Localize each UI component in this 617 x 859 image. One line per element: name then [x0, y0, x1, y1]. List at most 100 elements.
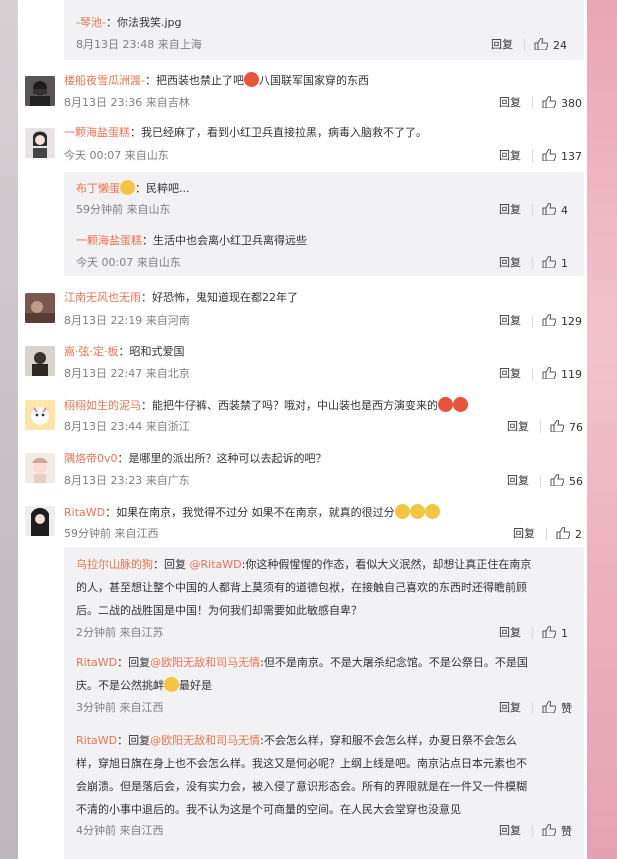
- like-count: 2: [575, 528, 582, 541]
- thumbs-up-icon: [542, 314, 556, 326]
- like-button[interactable]: 380: [542, 96, 582, 111]
- avatar[interactable]: [25, 506, 55, 536]
- thumbs-up-icon: [542, 149, 556, 161]
- like-count: 24: [553, 39, 567, 52]
- reply-button[interactable]: 回复: [499, 314, 521, 328]
- like-button[interactable]: 119: [542, 367, 582, 382]
- username[interactable]: 江南无风也无雨: [64, 291, 141, 304]
- like-button[interactable]: 1: [542, 256, 568, 271]
- like-button[interactable]: 56: [550, 474, 583, 489]
- divider: [532, 315, 533, 327]
- comment-meta: 59分钟前 来自山东: [76, 203, 171, 216]
- emoji-icon: [409, 504, 425, 519]
- list-item: 乌拉尔山脉的狗：回复 @RitaWD:你这种假惺惺的作态，看似大义泯然，却想让真…: [76, 553, 576, 622]
- like-count: 1: [561, 257, 568, 270]
- divider: [532, 368, 533, 380]
- comment-text: :你这种假惺惺的作态，看似大义泯然，却想让真正住在南京: [241, 558, 532, 571]
- reply-button[interactable]: 回复: [499, 626, 521, 640]
- reply-button[interactable]: 回复: [499, 256, 521, 270]
- like-button[interactable]: 24: [534, 38, 567, 53]
- username[interactable]: 一颗海盐蛋糕: [64, 126, 130, 139]
- username[interactable]: -琴池-: [76, 16, 106, 29]
- comment-text: ：回复: [153, 558, 190, 571]
- emoji-icon: [424, 504, 440, 519]
- list-item: 布丁懒蛋 ：民粹吧...: [76, 180, 190, 197]
- reply-button[interactable]: 回复: [499, 367, 521, 381]
- username[interactable]: 楼船夜雪瓜洲渡-: [64, 74, 145, 87]
- like-button[interactable]: 2: [556, 527, 582, 542]
- divider: [524, 39, 525, 51]
- divider: [540, 475, 541, 487]
- comment-meta: 8月13日 22:19 来自河南: [64, 314, 190, 327]
- avatar[interactable]: [25, 293, 55, 323]
- comment-meta: 8月13日 23:44 来自浙江: [64, 420, 190, 433]
- thumbs-up-icon: [542, 256, 556, 268]
- comment-text: :但不是南京。不是大屠杀纪念馆。不是公祭日。不是国: [260, 656, 528, 669]
- comment-text: ：回复: [117, 734, 151, 747]
- username[interactable]: 嵩·弦·定·板: [64, 345, 119, 358]
- avatar[interactable]: [25, 453, 55, 483]
- reply-button[interactable]: 回复: [499, 701, 521, 715]
- divider: [532, 257, 533, 269]
- divider: [532, 702, 533, 714]
- mention-link[interactable]: @欧阳无敌和司马无情: [150, 734, 260, 747]
- thumbs-up-icon: [542, 701, 556, 713]
- like-button[interactable]: 4: [542, 203, 568, 218]
- comment-meta: 8月13日 23:23 来自广东: [64, 474, 190, 487]
- comment-text: 庆。不是公然挑衅: [76, 679, 164, 692]
- username[interactable]: 一颗海盐蛋糕: [76, 234, 142, 247]
- comment-text: 不清的小事中退后的。我不认为这是个可商量的空间。在人民大会堂穿也没意见: [76, 803, 461, 816]
- username[interactable]: 隅烙帝0v0: [64, 452, 118, 465]
- like-button[interactable]: 赞: [542, 701, 572, 716]
- reply-button[interactable]: 回复: [513, 527, 535, 541]
- avatar[interactable]: [25, 76, 55, 106]
- reply-button[interactable]: 回复: [499, 149, 521, 163]
- divider: [532, 825, 533, 837]
- avatar[interactable]: [25, 128, 55, 158]
- like-button[interactable]: 76: [550, 420, 583, 435]
- comment-text: ：民粹吧...: [135, 182, 190, 195]
- username[interactable]: 乌拉尔山脉的狗: [76, 558, 153, 571]
- comment-text: 样，穿旭日旗在身上也不会怎么样。我这又是何必呢？上纲上线是吧。南京沾点日本元素也…: [76, 757, 527, 770]
- reply-button[interactable]: 回复: [499, 824, 521, 838]
- divider: [540, 421, 541, 433]
- username[interactable]: RitaWD: [76, 656, 117, 669]
- like-count: 56: [569, 475, 583, 488]
- reply-button[interactable]: 回复: [499, 96, 521, 110]
- username[interactable]: RitaWD: [76, 734, 117, 747]
- comment-text: 的人，甚至想让整个中国的人都背上莫须有的道德包袱，在接触自己喜欢的东西时还得瞻前…: [76, 581, 527, 594]
- like-count: 1: [561, 627, 568, 640]
- mention-link[interactable]: @RitaWD: [190, 558, 242, 571]
- list-item: RitaWD：回复@欧阳无敌和司马无情:不会怎么样，穿和服不会怎么样，办夏日祭不…: [76, 729, 576, 821]
- thumbs-up-icon: [542, 626, 556, 638]
- emoji-icon: [394, 504, 410, 519]
- thumbs-up-icon: [542, 824, 556, 836]
- angry-emoji-icon: [438, 397, 453, 412]
- like-button[interactable]: 赞: [542, 824, 572, 839]
- thumbs-up-icon: [550, 420, 564, 432]
- like-button[interactable]: 1: [542, 626, 568, 641]
- reply-button[interactable]: 回复: [491, 38, 513, 52]
- reply-button[interactable]: 回复: [499, 203, 521, 217]
- username[interactable]: 栩栩如生的泥马: [64, 399, 141, 412]
- reply-button[interactable]: 回复: [507, 474, 529, 488]
- thumbs-up-icon: [542, 96, 556, 108]
- username[interactable]: 布丁懒蛋: [76, 182, 120, 195]
- page-background-right: [587, 0, 617, 859]
- angry-emoji-icon: [453, 397, 468, 412]
- comment-list: -琴池-：你法我笑.jpg 8月13日 23:48 来自上海 回复 24 楼船夜…: [18, 0, 587, 859]
- comment-text: 会崩溃。但是落后会，没有实力会，被入侵了意识形态会。所有的界限就是在一件又一件模…: [76, 780, 527, 793]
- avatar[interactable]: [25, 346, 55, 376]
- avatar[interactable]: [25, 400, 55, 430]
- divider: [532, 97, 533, 109]
- comment-text: :不会怎么样，穿和服不会怎么样，办夏日祭不会怎么: [260, 734, 517, 747]
- like-button[interactable]: 129: [542, 314, 582, 329]
- like-count: 赞: [561, 702, 572, 715]
- reply-button[interactable]: 回复: [507, 420, 529, 434]
- list-item: 一颗海盐蛋糕：我已经麻了，看到小红卫兵直接拉黑，病毒入脑救不了了。: [64, 125, 427, 141]
- divider: [546, 528, 547, 540]
- username[interactable]: RitaWD: [64, 506, 105, 519]
- like-count: 4: [561, 204, 568, 217]
- like-button[interactable]: 137: [542, 149, 582, 164]
- mention-link[interactable]: @欧阳无敌和司马无情: [150, 656, 260, 669]
